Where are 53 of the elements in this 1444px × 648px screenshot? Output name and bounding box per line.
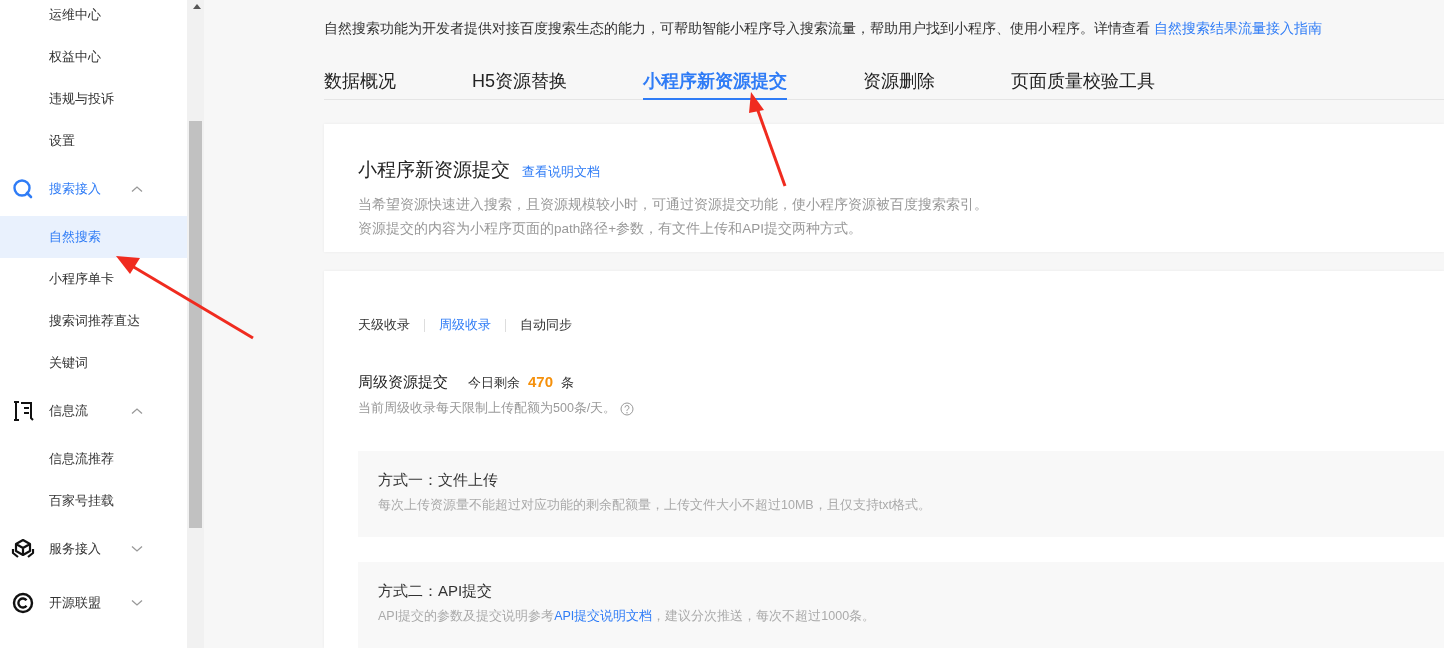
chevron-icon [131, 599, 143, 607]
sidebar-group[interactable]: 服务接入 [0, 522, 187, 576]
unit-label: 条 [561, 373, 575, 392]
quota-note: 当前周级收录每天限制上传配额为500条/天。 [358, 400, 617, 418]
tab[interactable]: 页面质量校验工具 [1011, 64, 1155, 100]
group-label: 开源联盟 [49, 594, 102, 613]
help-icon[interactable] [620, 401, 635, 416]
tab[interactable]: 资源删除 [863, 64, 935, 100]
scrollbar-thumb[interactable] [189, 121, 202, 528]
scrollbar[interactable] [187, 0, 204, 648]
cube-icon [11, 538, 35, 560]
copyright-icon [12, 592, 34, 614]
description-text: 当希望资源快速进入搜索，且资源规模较小时，可通过资源提交功能，使小程序资源被百度搜索索引。 [358, 195, 989, 214]
search-icon [12, 178, 34, 200]
sidebar-item[interactable]: 自然搜索 [0, 216, 187, 258]
sidebar-item[interactable]: 搜索词推荐直达 [0, 300, 187, 342]
section-title: 周级资源提交 [358, 371, 448, 392]
sidebar-group[interactable]: 信息流 [0, 384, 187, 438]
remaining-count: 470 [528, 371, 554, 392]
scroll-up-icon[interactable] [193, 4, 201, 9]
sidebar-item[interactable]: 违规与投诉 [0, 78, 187, 120]
sub-tab[interactable]: 天级收录 [358, 315, 410, 335]
group-label: 信息流 [49, 402, 89, 421]
chevron-icon [131, 545, 143, 553]
chevron-icon [131, 407, 143, 415]
sidebar-item[interactable]: 权益中心 [0, 36, 187, 78]
sidebar-group[interactable]: 搜索接入 [0, 162, 187, 216]
list-icon [12, 400, 34, 422]
intro-text: 自然搜索功能为开发者提供对接百度搜索生态的能力，可帮助智能小程序导入搜索流量，帮助用户找到小程序、使用小程序。详情查看 自然搜索结果流量接入指南 [324, 19, 1323, 38]
sub-tab[interactable]: 自动同步 [520, 315, 572, 335]
sidebar-item[interactable]: 信息流推荐 [0, 438, 187, 480]
sidebar-group[interactable]: 开源联盟 [0, 576, 187, 630]
tab[interactable]: 数据概况 [324, 64, 396, 100]
tab[interactable]: H5资源替换 [472, 64, 567, 100]
guide-link[interactable]: 自然搜索结果流量接入指南 [1153, 20, 1322, 36]
sidebar-item[interactable]: 设置 [0, 120, 187, 162]
method-title: 方式一：文件上传 [378, 470, 499, 490]
description-text: 资源提交的内容为小程序页面的path路径+参数，有文件上传和API提交两种方式。 [358, 219, 863, 238]
api-doc-link[interactable]: API提交说明文档 [554, 608, 653, 623]
sidebar-item[interactable]: 运维中心 [0, 0, 187, 36]
sidebar-item[interactable]: 小程序单卡 [0, 258, 187, 300]
method-title: 方式二：API提交 [378, 581, 494, 601]
card-title: 小程序新资源提交 [358, 158, 510, 182]
group-label: 服务接入 [49, 540, 102, 559]
method-description: API提交的参数及提交说明参考API提交说明文档，建议分次推送，每次不超过1000条。 [378, 607, 877, 625]
chevron-icon [131, 185, 143, 193]
doc-link[interactable]: 查看说明文档 [522, 162, 600, 182]
sidebar-item[interactable]: 百家号挂载 [0, 480, 187, 522]
remaining-label: 今日剩余 [468, 373, 520, 392]
method-description: 每次上传资源量不能超过对应功能的剩余配额量，上传文件大小不超过10MB，且仅支持txt格式。 [378, 496, 932, 514]
sub-tab[interactable]: 周级收录 [439, 315, 491, 335]
sidebar-item[interactable]: 关键词 [0, 342, 187, 384]
group-label: 搜索接入 [49, 180, 102, 199]
